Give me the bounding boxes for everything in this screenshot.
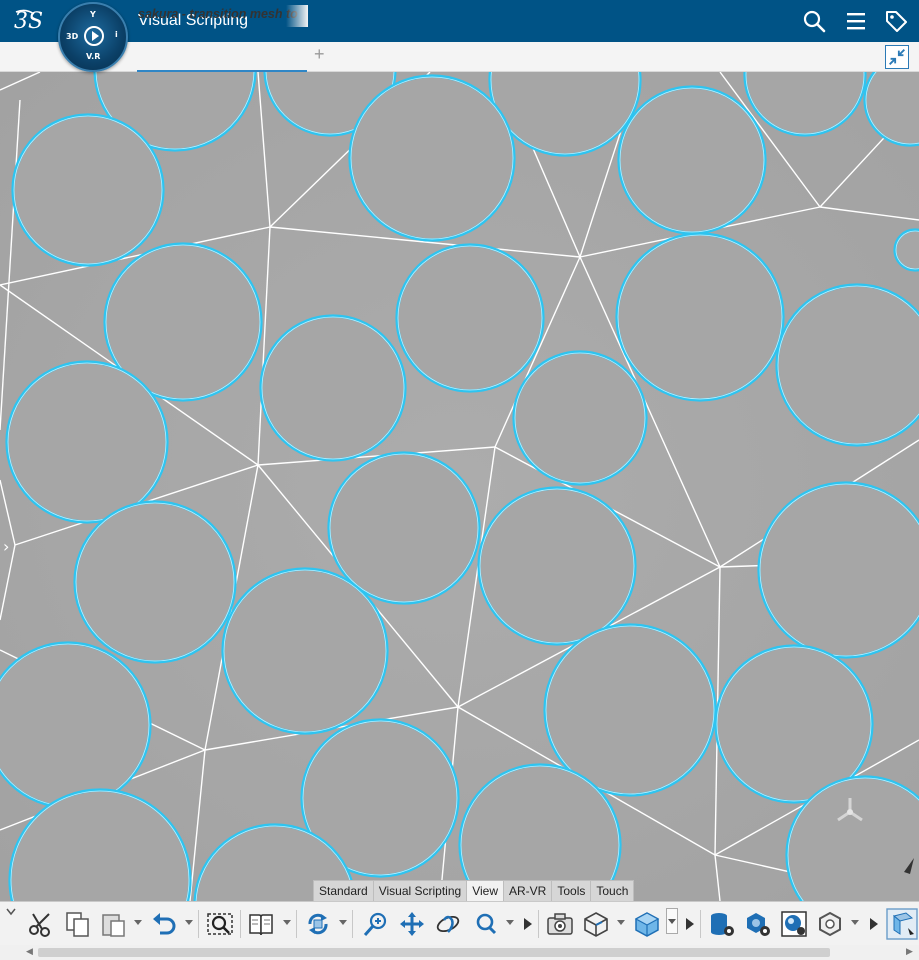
tab-visual-scripting[interactable]: Visual Scripting	[372, 880, 468, 901]
toolbar-separator	[240, 910, 241, 938]
magnifier-icon[interactable]	[472, 910, 500, 938]
render-icon[interactable]	[780, 910, 808, 938]
paste-dropdown[interactable]	[134, 920, 142, 925]
pan-icon[interactable]	[398, 910, 426, 938]
action-toolbar	[0, 901, 919, 945]
tag-icon[interactable]	[884, 9, 908, 33]
database-gear-icon[interactable]	[708, 910, 736, 938]
svg-text:3S: 3S	[14, 9, 43, 34]
chevron-down-icon[interactable]	[6, 908, 16, 916]
cut-icon[interactable]	[27, 910, 55, 938]
undo-dropdown[interactable]	[185, 920, 193, 925]
zoom-area-icon[interactable]	[206, 910, 234, 938]
menu-icon[interactable]	[844, 9, 868, 33]
book-icon[interactable]	[247, 910, 275, 938]
document-tab-bar	[0, 42, 919, 72]
more-tools-arrow-icon[interactable]	[524, 918, 532, 930]
hexagon-icon[interactable]	[816, 910, 844, 938]
add-tab-button[interactable]: +	[314, 44, 325, 65]
cube-view-icon[interactable]	[633, 910, 661, 938]
compass-left-label: 3D	[66, 32, 79, 41]
chevron-down-icon	[668, 919, 676, 924]
shape-dropdown[interactable]	[851, 920, 859, 925]
tab-ar-vr[interactable]: AR-VR	[503, 880, 553, 901]
view-mode-select[interactable]	[666, 908, 678, 934]
transition-circle	[757, 481, 919, 659]
more-views-arrow-icon[interactable]	[686, 918, 694, 930]
more-shapes-arrow-icon[interactable]	[870, 918, 878, 930]
undo-icon[interactable]	[150, 910, 178, 938]
ribbon-tabs: Standard Visual Scripting View AR-VR Too…	[313, 880, 635, 901]
toolbar-separator	[700, 910, 701, 938]
3ds-logo-icon: 3S	[14, 9, 43, 34]
toolbar-separator	[296, 910, 297, 938]
copy-icon[interactable]	[64, 910, 92, 938]
compass-bottom-label: V.R	[86, 52, 101, 61]
scroll-right-icon[interactable]: ▶	[906, 947, 913, 957]
compass-right-label: i	[115, 30, 118, 39]
brand-logo[interactable]: 3S	[12, 6, 46, 36]
compass-top-label: Y	[90, 10, 96, 19]
isometric-view-icon[interactable]	[582, 910, 610, 938]
3d-viewport[interactable]: ›	[0, 72, 919, 901]
toolbar-separator	[538, 910, 539, 938]
play-icon[interactable]	[84, 26, 104, 46]
search-icon[interactable]	[802, 9, 826, 33]
capture-icon[interactable]	[546, 910, 574, 938]
tab-view[interactable]: View	[466, 880, 504, 901]
compass-widget[interactable]: Y 3D i V.R	[58, 2, 128, 72]
scroll-left-icon[interactable]: ◀	[26, 947, 33, 957]
rotate-icon[interactable]	[304, 910, 332, 938]
tab-standard[interactable]: Standard	[313, 880, 374, 901]
collapse-icon[interactable]	[885, 45, 909, 69]
book-dropdown[interactable]	[283, 920, 291, 925]
tab-touch[interactable]: Touch	[590, 880, 635, 901]
rotate-dropdown[interactable]	[339, 920, 347, 925]
view-dropdown[interactable]	[617, 920, 625, 925]
scrollbar-thumb[interactable]	[38, 948, 830, 957]
transition-circle	[775, 283, 919, 447]
paste-icon[interactable]	[100, 910, 128, 938]
side-panel-expand-icon[interactable]: ›	[3, 537, 9, 556]
zoom-in-icon[interactable]	[362, 910, 390, 938]
transition-circle	[0, 641, 152, 809]
orbit-icon[interactable]	[434, 910, 462, 938]
horizontal-scrollbar[interactable]: ◀ ▶	[0, 945, 919, 960]
transition-circle	[893, 228, 919, 272]
document-tab[interactable]: sakura - transition mesh to	[138, 5, 308, 27]
magnifier-dropdown[interactable]	[506, 920, 514, 925]
tab-tools[interactable]: Tools	[551, 880, 592, 901]
toolbar-separator	[352, 910, 353, 938]
sphere-gear-icon[interactable]	[744, 910, 772, 938]
mesh-scene[interactable]	[0, 72, 919, 901]
toolbar-separator	[198, 910, 199, 938]
display-mode-icon[interactable]	[886, 908, 918, 940]
